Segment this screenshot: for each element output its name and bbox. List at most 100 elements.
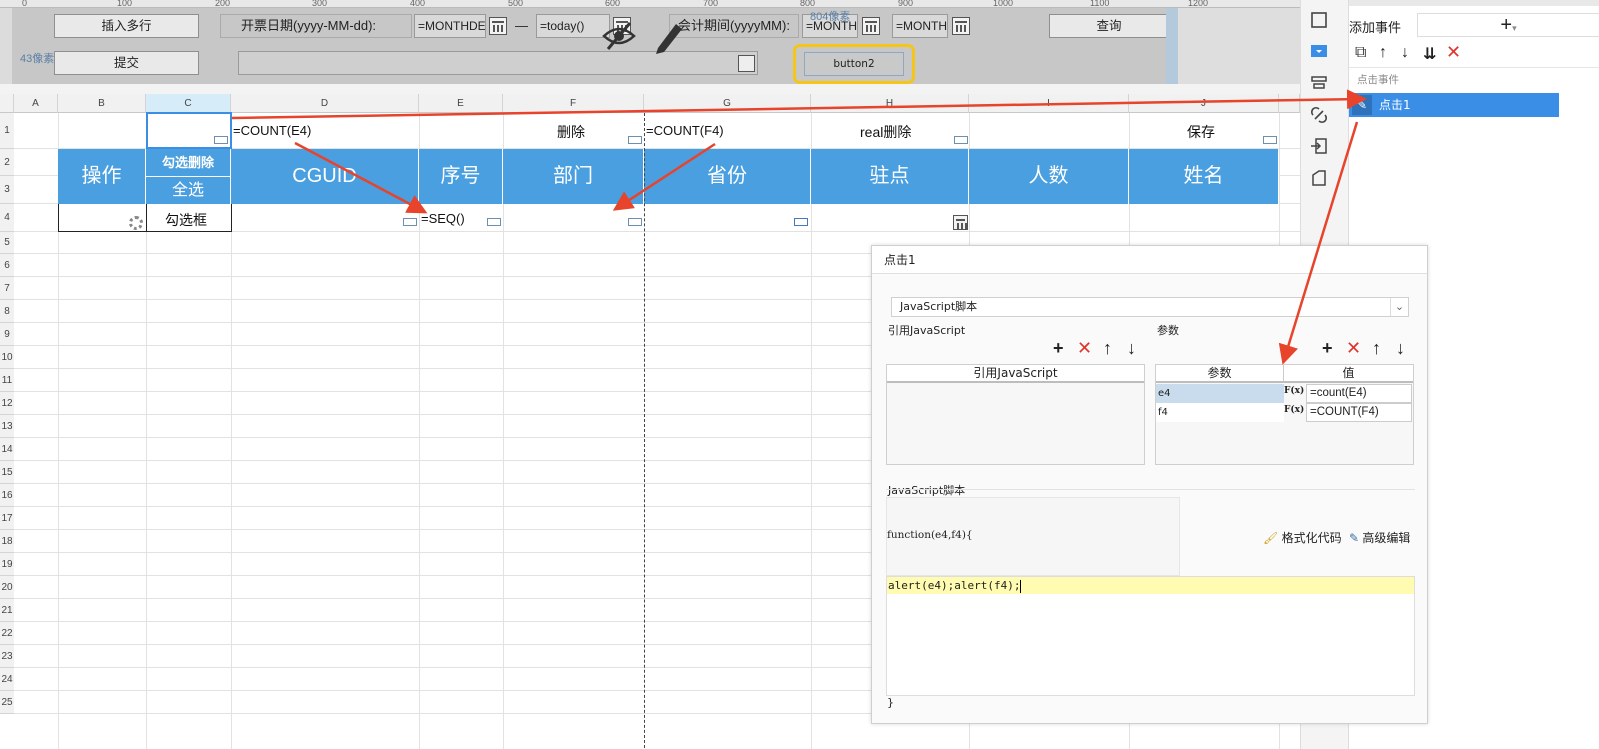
row-header[interactable]: 12 xyxy=(0,392,14,415)
param-value-field[interactable]: =count(E4) xyxy=(1306,384,1412,403)
row-header[interactable]: 9 xyxy=(0,323,14,346)
column-header[interactable]: G xyxy=(644,94,811,113)
move-down-icon[interactable]: ↓ xyxy=(1127,339,1136,357)
delete-button-cell[interactable]: 删除 xyxy=(557,122,585,142)
delete-param-icon[interactable]: ✕ xyxy=(1346,339,1361,357)
row-header[interactable]: 4 xyxy=(0,204,14,232)
column-header[interactable]: I xyxy=(969,94,1129,113)
calendar-icon[interactable] xyxy=(862,17,880,35)
chevron-down-icon[interactable]: ⌄ xyxy=(1390,298,1408,316)
row-header[interactable]: 8 xyxy=(0,300,14,323)
row-header[interactable]: 5 xyxy=(0,232,14,254)
cell-count-e4[interactable]: =COUNT(E4) xyxy=(233,123,311,138)
row-header[interactable]: 20 xyxy=(0,576,14,599)
row-header[interactable]: 3 xyxy=(0,176,14,204)
hide-eye-icon[interactable] xyxy=(601,20,637,52)
period-to-input[interactable]: =MONTH xyxy=(892,14,948,38)
row-header[interactable]: 22 xyxy=(0,622,14,645)
link-icon[interactable] xyxy=(1310,106,1328,124)
formula-icon[interactable]: F(x) xyxy=(1284,403,1306,422)
header-check-delete[interactable]: 勾选删除 xyxy=(146,149,231,177)
row-header[interactable]: 11 xyxy=(0,369,14,392)
import-icon[interactable] xyxy=(1310,137,1328,155)
edit-pencil-icon[interactable] xyxy=(652,18,684,54)
event-type-select[interactable]: JavaScript脚本 ⌄ xyxy=(891,297,1409,317)
submit-button[interactable]: 提交 xyxy=(54,51,199,75)
query-button[interactable]: 查询 xyxy=(1049,14,1169,38)
calendar-icon[interactable] xyxy=(489,17,507,35)
form-icon[interactable] xyxy=(738,55,755,72)
cell-element-icon[interactable] xyxy=(1310,11,1328,29)
delete-ref-icon[interactable]: ✕ xyxy=(1077,339,1092,357)
add-event-dropdown[interactable]: +▾ xyxy=(1417,13,1599,37)
calendar-icon xyxy=(953,215,968,230)
row-header[interactable]: 24 xyxy=(0,668,14,691)
row-header[interactable]: 10 xyxy=(0,346,14,369)
column-header[interactable]: C xyxy=(146,94,231,113)
corner-cell[interactable] xyxy=(0,94,14,113)
style-icon[interactable] xyxy=(1310,74,1328,92)
row-header[interactable]: 13 xyxy=(0,415,14,438)
column-header[interactable]: B xyxy=(58,94,146,113)
invoice-date-from-input[interactable]: =MONTHDE xyxy=(414,14,486,38)
calendar-icon[interactable] xyxy=(952,17,970,35)
delete-icon[interactable]: ✕ xyxy=(1446,42,1461,63)
document-icon[interactable] xyxy=(1310,169,1328,187)
panel-tabs[interactable] xyxy=(1349,0,1599,6)
move-bottom-icon[interactable]: ⇊ xyxy=(1423,44,1436,64)
cell-count-f4[interactable]: =COUNT(F4) xyxy=(646,123,724,138)
insert-rows-button[interactable]: 插入多行 xyxy=(54,14,199,38)
parameter-panel[interactable]: 插入多行 提交 43像素 开票日期(yyyy-MM-dd): =MONTHDE … xyxy=(12,8,1178,84)
row-header[interactable]: 6 xyxy=(0,254,14,277)
event-item-selected[interactable]: ✎ 点击1 xyxy=(1349,93,1559,117)
add-param-icon[interactable]: + xyxy=(1322,339,1333,357)
formula-icon[interactable]: F(x) xyxy=(1284,384,1306,403)
copy-icon[interactable]: ⧉ xyxy=(1355,44,1366,62)
param-value-field[interactable]: =COUNT(F4) xyxy=(1306,403,1412,422)
param-name-cell[interactable]: e4 xyxy=(1156,384,1284,403)
header-select-all[interactable]: 全选 xyxy=(146,177,231,204)
seq-formula-cell[interactable]: =SEQ() xyxy=(421,211,465,226)
button2[interactable]: button2 xyxy=(804,52,904,76)
real-delete-button-cell[interactable]: real删除 xyxy=(860,122,911,142)
row-header[interactable]: 25 xyxy=(0,691,14,714)
column-header[interactable]: A xyxy=(14,94,58,113)
divider xyxy=(886,489,1415,490)
row-header[interactable]: 19 xyxy=(0,553,14,576)
row-header[interactable]: 18 xyxy=(0,530,14,553)
move-up-icon[interactable]: ↑ xyxy=(1103,339,1112,357)
add-ref-icon[interactable]: + xyxy=(1053,339,1064,357)
move-down-icon[interactable]: ↓ xyxy=(1401,44,1409,62)
row-header[interactable]: 1 xyxy=(0,113,14,149)
row-header[interactable]: 7 xyxy=(0,277,14,300)
move-down-icon[interactable]: ↓ xyxy=(1396,339,1405,357)
row-header[interactable]: 23 xyxy=(0,645,14,668)
code-line[interactable]: alert(e4);alert(f4); xyxy=(887,577,1414,594)
row-header[interactable]: 15 xyxy=(0,461,14,484)
format-code-button[interactable]: 🖌 格式化代码 xyxy=(1263,529,1342,546)
code-editor[interactable]: alert(e4);alert(f4); xyxy=(886,576,1415,696)
column-header[interactable]: E xyxy=(419,94,503,113)
move-up-icon[interactable]: ↑ xyxy=(1379,44,1387,62)
checkbox-cell[interactable]: 勾选框 xyxy=(165,210,207,230)
widget-icon[interactable] xyxy=(1310,42,1328,60)
empty-param-field[interactable] xyxy=(238,51,758,75)
ruler-tick: 300 xyxy=(312,0,328,8)
advanced-edit-button[interactable]: ✎ 高级编辑 xyxy=(1349,529,1410,546)
save-button-cell[interactable]: 保存 xyxy=(1187,122,1215,142)
param-name-cell[interactable]: f4 xyxy=(1156,403,1284,422)
invoice-date-to-input[interactable]: =today() xyxy=(536,14,610,38)
row-header[interactable]: 2 xyxy=(0,149,14,176)
column-header[interactable]: J xyxy=(1129,94,1279,113)
row-header[interactable]: 14 xyxy=(0,438,14,461)
row-header[interactable]: 16 xyxy=(0,484,14,507)
column-header[interactable]: D xyxy=(231,94,419,113)
plus-icon[interactable]: + xyxy=(1500,14,1512,36)
row-header[interactable]: 21 xyxy=(0,599,14,622)
column-header[interactable]: H xyxy=(811,94,969,113)
ref-js-table[interactable]: 引用JavaScript xyxy=(886,364,1145,465)
params-table[interactable]: 参数 值 e4 F(x) =count(E4) f4 F(x) =COUNT(F… xyxy=(1155,364,1414,465)
column-header[interactable]: F xyxy=(503,94,644,113)
row-header[interactable]: 17 xyxy=(0,507,14,530)
move-up-icon[interactable]: ↑ xyxy=(1372,339,1381,357)
